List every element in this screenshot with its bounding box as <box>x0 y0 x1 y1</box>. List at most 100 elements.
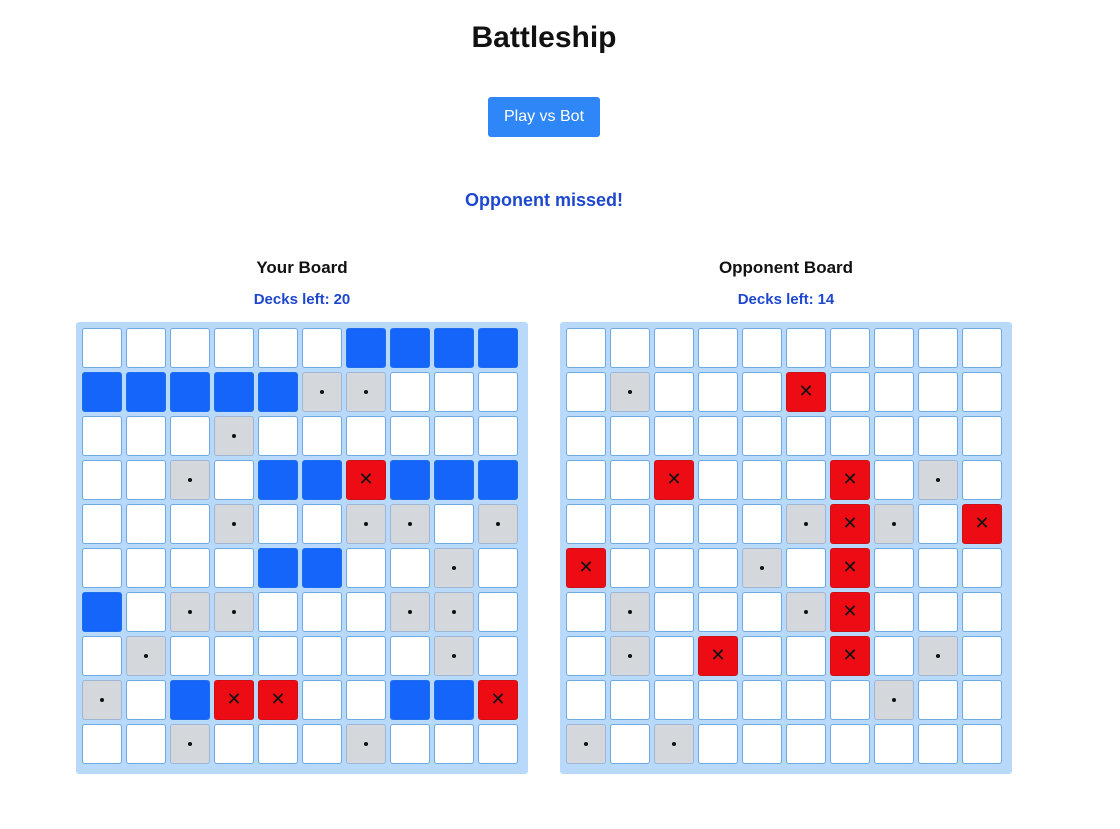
opponent-board-cell[interactable] <box>918 680 958 720</box>
opponent-board-cell[interactable] <box>654 636 694 676</box>
opponent-board-cell[interactable] <box>830 372 870 412</box>
opponent-board-cell[interactable] <box>962 416 1002 456</box>
opponent-board-cell[interactable] <box>566 504 606 544</box>
opponent-board-cell[interactable] <box>962 460 1002 500</box>
opponent-board-cell[interactable] <box>698 592 738 632</box>
opponent-board-cell[interactable] <box>874 636 914 676</box>
opponent-board-cell[interactable] <box>874 592 914 632</box>
opponent-board-cell[interactable] <box>566 372 606 412</box>
opponent-board-cell[interactable] <box>654 548 694 588</box>
opponent-board-miss-cell[interactable] <box>742 548 782 588</box>
opponent-board-miss-cell[interactable] <box>610 592 650 632</box>
opponent-board-cell[interactable] <box>698 372 738 412</box>
opponent-board-cell[interactable] <box>610 680 650 720</box>
opponent-board-cell[interactable] <box>698 460 738 500</box>
opponent-board-cell[interactable] <box>742 372 782 412</box>
opponent-board-cell[interactable] <box>918 592 958 632</box>
opponent-board-cell[interactable] <box>830 724 870 764</box>
opponent-board-hit-cell[interactable]: ✕ <box>654 460 694 500</box>
opponent-board-cell[interactable] <box>742 636 782 676</box>
opponent-board-cell[interactable] <box>566 636 606 676</box>
opponent-board-cell[interactable] <box>654 592 694 632</box>
opponent-board-cell[interactable] <box>610 724 650 764</box>
opponent-board-cell[interactable] <box>918 416 958 456</box>
opponent-board-cell[interactable] <box>874 724 914 764</box>
opponent-board-cell[interactable] <box>566 416 606 456</box>
opponent-board-cell[interactable] <box>874 548 914 588</box>
opponent-board-cell[interactable] <box>742 592 782 632</box>
opponent-board-cell[interactable] <box>786 724 826 764</box>
opponent-board-cell[interactable] <box>962 328 1002 368</box>
opponent-board-cell[interactable] <box>610 548 650 588</box>
opponent-board-hit-cell[interactable]: ✕ <box>830 592 870 632</box>
opponent-board-cell[interactable] <box>830 416 870 456</box>
opponent-board-cell[interactable] <box>962 680 1002 720</box>
opponent-board-cell[interactable] <box>786 328 826 368</box>
opponent-board-cell[interactable] <box>962 636 1002 676</box>
opponent-board-cell[interactable] <box>698 328 738 368</box>
opponent-board-cell[interactable] <box>742 460 782 500</box>
opponent-board-hit-cell[interactable]: ✕ <box>566 548 606 588</box>
opponent-board-cell[interactable] <box>830 328 870 368</box>
opponent-board-hit-cell[interactable]: ✕ <box>830 504 870 544</box>
opponent-board-hit-cell[interactable]: ✕ <box>830 636 870 676</box>
opponent-board-cell[interactable] <box>786 416 826 456</box>
opponent-board-cell[interactable] <box>874 460 914 500</box>
opponent-board-miss-cell[interactable] <box>654 724 694 764</box>
opponent-board-cell[interactable] <box>654 680 694 720</box>
opponent-board-cell[interactable] <box>610 328 650 368</box>
opponent-board-cell[interactable] <box>962 548 1002 588</box>
opponent-board-cell[interactable] <box>610 460 650 500</box>
opponent-board-miss-cell[interactable] <box>918 460 958 500</box>
opponent-board-miss-cell[interactable] <box>786 592 826 632</box>
opponent-board-cell[interactable] <box>918 724 958 764</box>
opponent-board-hit-cell[interactable]: ✕ <box>786 372 826 412</box>
opponent-board-cell[interactable] <box>962 372 1002 412</box>
opponent-board-cell[interactable] <box>786 680 826 720</box>
opponent-board-cell[interactable] <box>742 328 782 368</box>
opponent-board-cell[interactable] <box>874 372 914 412</box>
opponent-board-cell[interactable] <box>654 372 694 412</box>
opponent-board-cell[interactable] <box>962 592 1002 632</box>
opponent-board-cell[interactable] <box>918 372 958 412</box>
opponent-board-hit-cell[interactable]: ✕ <box>830 548 870 588</box>
opponent-board-hit-cell[interactable]: ✕ <box>830 460 870 500</box>
opponent-board-cell[interactable] <box>654 504 694 544</box>
opponent-board-cell[interactable] <box>566 592 606 632</box>
opponent-board-cell[interactable] <box>786 548 826 588</box>
opponent-board-miss-cell[interactable] <box>786 504 826 544</box>
opponent-board-hit-cell[interactable]: ✕ <box>698 636 738 676</box>
opponent-board-cell[interactable] <box>786 636 826 676</box>
opponent-board-cell[interactable] <box>786 460 826 500</box>
opponent-board-cell[interactable] <box>610 416 650 456</box>
opponent-board-cell[interactable] <box>962 724 1002 764</box>
opponent-board-cell[interactable] <box>698 504 738 544</box>
opponent-board-cell[interactable] <box>918 328 958 368</box>
opponent-board-cell[interactable] <box>918 548 958 588</box>
opponent-board-cell[interactable] <box>874 416 914 456</box>
opponent-board-cell[interactable] <box>742 504 782 544</box>
opponent-board-cell[interactable] <box>918 504 958 544</box>
opponent-board-cell[interactable] <box>698 724 738 764</box>
opponent-board-miss-cell[interactable] <box>566 724 606 764</box>
opponent-board-cell[interactable] <box>610 504 650 544</box>
opponent-board-cell[interactable] <box>566 328 606 368</box>
opponent-board-cell[interactable] <box>742 724 782 764</box>
opponent-board-cell[interactable] <box>698 416 738 456</box>
opponent-board-cell[interactable] <box>698 680 738 720</box>
play-vs-bot-button[interactable]: Play vs Bot <box>488 97 600 137</box>
opponent-board-miss-cell[interactable] <box>874 680 914 720</box>
opponent-board-hit-cell[interactable]: ✕ <box>962 504 1002 544</box>
opponent-board-miss-cell[interactable] <box>610 372 650 412</box>
opponent-board-cell[interactable] <box>742 680 782 720</box>
opponent-board-cell[interactable] <box>742 416 782 456</box>
opponent-board-cell[interactable] <box>830 680 870 720</box>
opponent-board-cell[interactable] <box>698 548 738 588</box>
opponent-board-cell[interactable] <box>654 328 694 368</box>
opponent-board-cell[interactable] <box>566 680 606 720</box>
opponent-board-cell[interactable] <box>874 328 914 368</box>
opponent-board-miss-cell[interactable] <box>610 636 650 676</box>
opponent-board-miss-cell[interactable] <box>918 636 958 676</box>
opponent-board-cell[interactable] <box>654 416 694 456</box>
opponent-board-cell[interactable] <box>566 460 606 500</box>
